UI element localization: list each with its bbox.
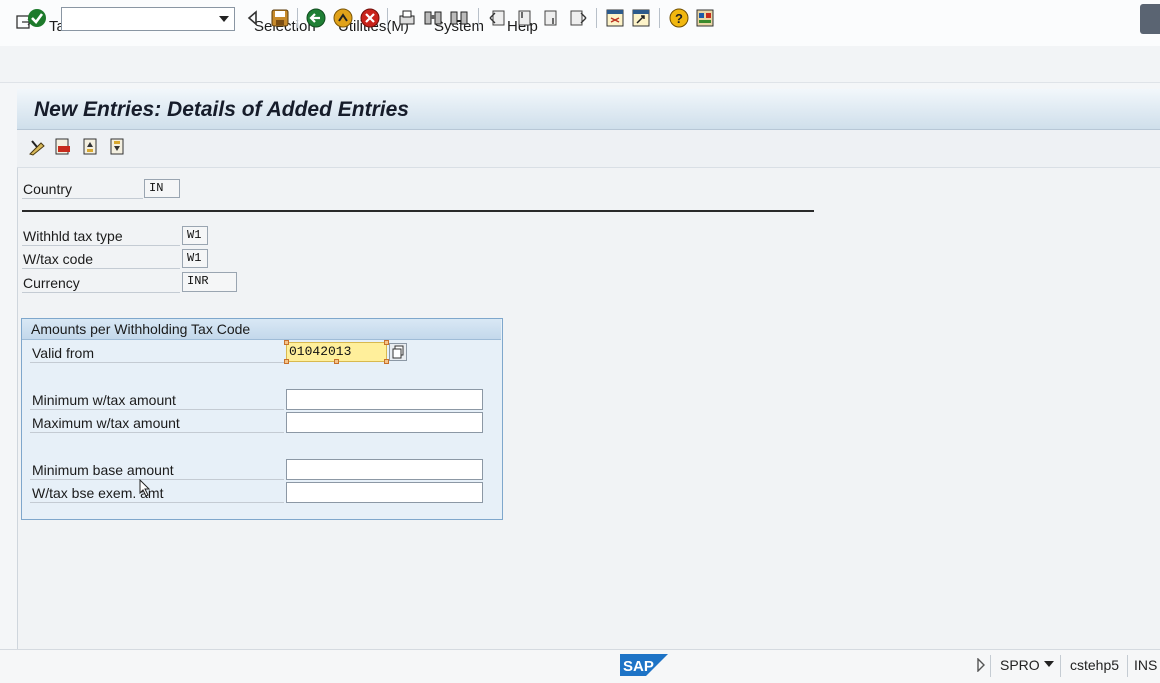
label-underline <box>30 409 284 410</box>
country-field: IN <box>144 179 180 198</box>
status-expand-icon[interactable] <box>976 658 986 672</box>
display-change-icon[interactable] <box>28 138 46 156</box>
first-page-icon[interactable] <box>488 8 508 28</box>
sap-logo: SAP <box>620 654 668 676</box>
valid-from-label: Valid from <box>32 345 94 361</box>
resize-handle <box>334 359 339 364</box>
find-icon[interactable] <box>423 8 443 28</box>
toolbar-separator <box>596 8 597 28</box>
value-help-button[interactable] <box>389 343 407 361</box>
withholding-tax-code-label: W/tax code <box>23 251 94 267</box>
chevron-down-icon[interactable] <box>1044 661 1054 667</box>
label-underline <box>22 245 180 246</box>
toolbar-separator <box>297 8 298 28</box>
toolbar-separator <box>478 8 479 28</box>
resize-handle <box>284 340 289 345</box>
section-divider <box>22 210 814 212</box>
country-label: Country <box>23 181 73 197</box>
maximum-wtax-amount-input[interactable] <box>286 412 483 433</box>
previous-page-icon[interactable] <box>514 8 534 28</box>
exit-icon[interactable] <box>333 8 353 28</box>
wtax-base-exempt-amount-input[interactable] <box>286 482 483 503</box>
back-icon[interactable] <box>306 8 326 28</box>
window-control[interactable] <box>1140 4 1160 34</box>
withholding-tax-type-label: Withhld tax type <box>23 228 123 244</box>
toolbar-separator <box>387 8 388 28</box>
withholding-tax-type-field: W1 <box>182 226 208 245</box>
minimum-wtax-amount-label: Minimum w/tax amount <box>32 392 176 408</box>
maximum-wtax-amount-label: Maximum w/tax amount <box>32 415 180 431</box>
toolbar-separator <box>659 8 660 28</box>
print-icon[interactable] <box>397 8 417 28</box>
transaction-code: SPRO <box>1000 657 1040 673</box>
mouse-cursor-icon <box>139 479 151 497</box>
back-arrow-icon[interactable] <box>243 8 263 28</box>
label-underline <box>30 362 284 363</box>
svg-text:?: ? <box>675 11 683 26</box>
minimum-base-amount-input[interactable] <box>286 459 483 480</box>
label-underline <box>22 292 180 293</box>
status-separator <box>1127 655 1128 677</box>
server-name: cstehp5 <box>1070 657 1120 673</box>
command-field[interactable] <box>61 7 235 31</box>
delete-entry-icon[interactable] <box>54 138 72 156</box>
next-entry-icon[interactable] <box>108 138 126 156</box>
status-separator <box>1060 655 1061 677</box>
label-underline <box>22 198 143 199</box>
next-page-icon[interactable] <box>541 8 561 28</box>
application-toolbar <box>17 130 1160 168</box>
label-underline <box>30 479 284 480</box>
label-underline <box>30 432 284 433</box>
find-next-icon[interactable] <box>449 8 469 28</box>
currency-label: Currency <box>23 275 80 291</box>
cancel-icon[interactable] <box>360 8 380 28</box>
create-shortcut-icon[interactable] <box>631 8 651 28</box>
currency-field: INR <box>182 272 237 292</box>
withholding-tax-code-field: W1 <box>182 249 208 268</box>
minimum-base-amount-label: Minimum base amount <box>32 462 174 478</box>
svg-text:SAP: SAP <box>623 658 654 675</box>
status-separator <box>990 655 991 677</box>
customize-layout-icon[interactable] <box>695 8 715 28</box>
resize-handle <box>284 359 289 364</box>
enter-icon[interactable] <box>27 8 47 28</box>
group-box-title: Amounts per Withholding Tax Code <box>31 321 251 337</box>
copy-icon <box>392 345 404 359</box>
save-icon[interactable] <box>270 8 290 28</box>
chevron-down-icon[interactable] <box>219 16 229 22</box>
label-underline <box>30 502 284 503</box>
standard-toolbar <box>0 46 1160 83</box>
last-page-icon[interactable] <box>568 8 588 28</box>
input-mode: INS <box>1134 657 1158 673</box>
previous-entry-icon[interactable] <box>81 138 99 156</box>
label-underline <box>22 268 180 269</box>
help-icon[interactable]: ? <box>669 8 689 28</box>
minimum-wtax-amount-input[interactable] <box>286 389 483 410</box>
status-bar <box>0 649 1160 683</box>
create-session-icon[interactable] <box>605 8 625 28</box>
page-title: New Entries: Details of Added Entries <box>34 98 409 121</box>
